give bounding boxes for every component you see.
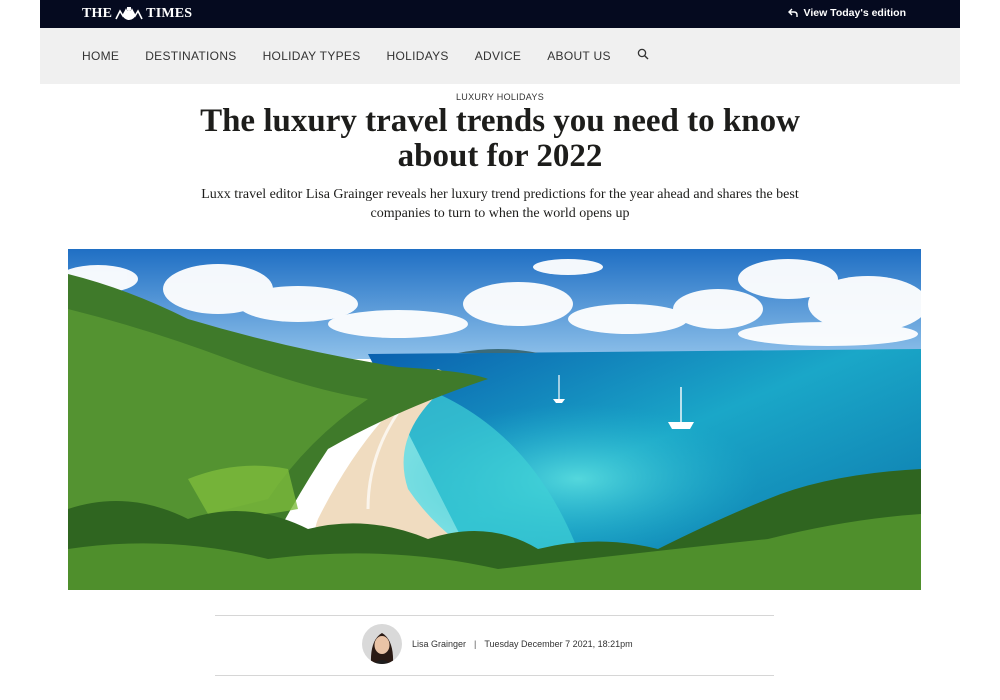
nav-search-button[interactable] [637,47,649,65]
beach-photo [68,249,921,590]
view-todays-edition-link[interactable]: View Today's edition [787,7,906,19]
publish-date: Tuesday December 7 2021, 18:21pm [484,639,633,649]
byline-top-divider [215,615,774,616]
nav-item-about-us[interactable]: ABOUT US [547,49,611,63]
section-kicker[interactable]: LUXURY HOLIDAYS [40,92,960,102]
logo-text-times: TIMES [146,6,193,21]
byline-bottom-divider [215,675,774,676]
nav-item-destinations[interactable]: DESTINATIONS [145,49,236,63]
author-portrait [362,624,402,664]
author-avatar[interactable] [362,624,402,664]
nav-item-home[interactable]: HOME [82,49,119,63]
logo-text-the: THE [82,6,113,21]
nav-item-advice[interactable]: ADVICE [475,49,521,63]
nav-item-holiday-types[interactable]: HOLIDAY TYPES [263,49,361,63]
byline: Lisa Grainger | Tuesday December 7 2021,… [362,624,633,664]
author-name[interactable]: Lisa Grainger [412,639,466,649]
byline-separator: | [474,639,477,649]
article-headline: The luxury travel trends you need to kno… [200,103,800,174]
times-logo[interactable]: THE TIMES [82,6,192,22]
search-icon [637,48,649,60]
back-arrow-icon [787,8,798,17]
hero-image [68,249,921,590]
royal-crest-icon [115,7,143,20]
article-standfirst: Luxx travel editor Lisa Grainger reveals… [201,187,799,221]
page: THE TIMES View Today's edition HOME DEST… [40,0,960,700]
main-navigation: HOME DESTINATIONS HOLIDAY TYPES HOLIDAYS… [40,28,960,84]
masthead-bar: THE TIMES View Today's edition [40,0,960,28]
edition-label: View Today's edition [803,7,906,19]
nav-item-holidays[interactable]: HOLIDAYS [387,49,449,63]
